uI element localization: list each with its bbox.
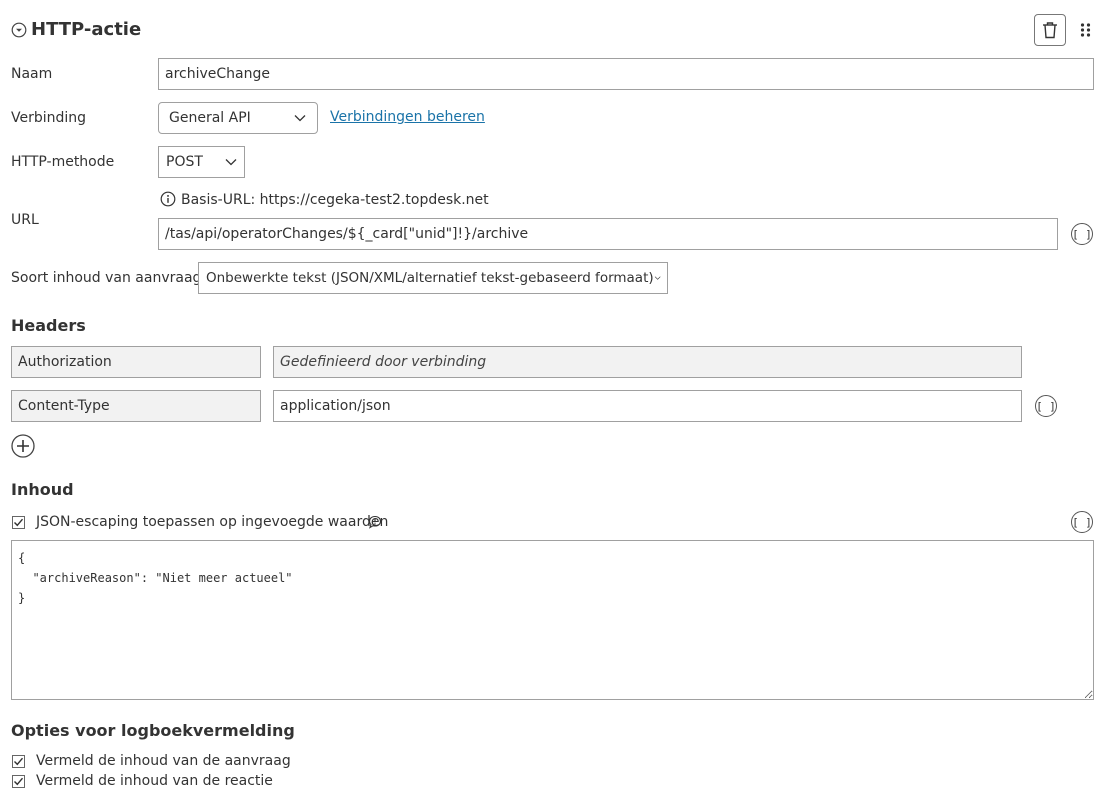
header-key-input[interactable]: Content-Type: [11, 390, 261, 422]
request-body-editor[interactable]: { "archiveReason": "Niet meer actueel" }: [11, 540, 1094, 700]
delete-button[interactable]: [1034, 14, 1066, 46]
method-label: HTTP-methode: [11, 154, 115, 170]
checkmark-icon: [14, 518, 24, 527]
manage-connections-link[interactable]: Verbindingen beheren: [330, 109, 485, 125]
chevron-down-icon: [294, 115, 306, 122]
log-request-content-label: Vermeld de inhoud van de aanvraag: [36, 753, 291, 769]
url-input[interactable]: /tas/api/operatorChanges/${_card["unid"]…: [158, 218, 1058, 250]
log-response-content-label: Vermeld de inhoud van de reactie: [36, 773, 273, 789]
url-label: URL: [11, 212, 39, 228]
add-header-button[interactable]: [11, 434, 35, 458]
drag-handle[interactable]: [1079, 22, 1093, 38]
brackets-icon: [ ]: [1072, 515, 1092, 529]
body-insert-variable-button[interactable]: [ ]: [1071, 511, 1093, 533]
content-type-select[interactable]: Onbewerkte tekst (JSON/XML/alternatief t…: [198, 262, 668, 294]
method-select[interactable]: POST: [158, 146, 245, 178]
info-icon: [160, 191, 176, 207]
chevron-down-icon: [225, 159, 237, 166]
brackets-icon: [ ]: [1072, 227, 1092, 241]
help-comment-icon[interactable]: [368, 515, 382, 529]
brackets-icon: [ ]: [1036, 399, 1056, 413]
action-title: HTTP-actie: [31, 19, 142, 40]
content-type-select-value: Onbewerkte tekst (JSON/XML/alternatief t…: [206, 270, 654, 286]
connection-label: Verbinding: [11, 110, 87, 126]
base-url-text: Basis-URL: https://cegeka-test2.topdesk.…: [181, 192, 489, 208]
header-key-input[interactable]: Authorization: [11, 346, 261, 378]
name-input[interactable]: archiveChange: [158, 58, 1094, 90]
header-value-input[interactable]: application/json: [273, 390, 1022, 422]
trash-icon: [1043, 22, 1057, 39]
method-select-value: POST: [166, 154, 203, 170]
json-escaping-label: JSON-escaping toepassen op ingevoegde wa…: [36, 514, 389, 530]
logging-section-title: Opties voor logboekvermelding: [11, 721, 295, 740]
connection-select-value: General API: [169, 110, 251, 126]
plus-circle-icon: [11, 434, 35, 458]
headers-section-title: Headers: [11, 316, 86, 335]
header-insert-variable-button[interactable]: [ ]: [1035, 395, 1057, 417]
header-value-input: Gedefinieerd door verbinding: [273, 346, 1022, 378]
log-response-content-checkbox[interactable]: [12, 775, 25, 788]
url-insert-variable-button[interactable]: [ ]: [1071, 223, 1093, 245]
collapse-toggle[interactable]: [11, 22, 27, 38]
json-escaping-checkbox[interactable]: [12, 516, 25, 529]
body-section-title: Inhoud: [11, 480, 74, 499]
checkmark-icon: [14, 757, 24, 766]
chevron-down-circle-icon: [11, 22, 27, 38]
log-request-content-checkbox[interactable]: [12, 755, 25, 768]
content-type-label: Soort inhoud van aanvraag: [11, 270, 202, 286]
connection-select[interactable]: General API: [158, 102, 318, 134]
name-label: Naam: [11, 66, 53, 82]
drag-grip-icon: [1080, 23, 1091, 37]
chevron-down-icon: [654, 276, 661, 280]
checkmark-icon: [14, 777, 24, 786]
